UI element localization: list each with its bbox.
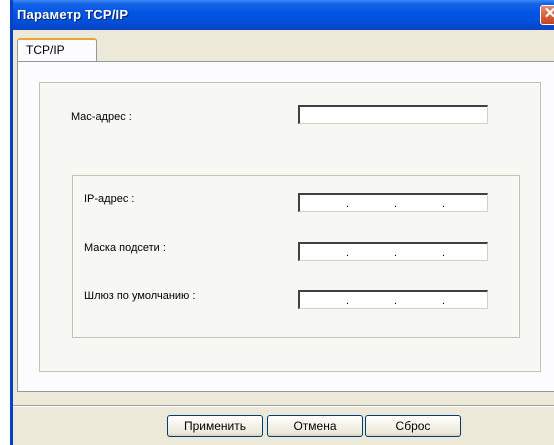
default-gateway-label: Шлюз по умолчанию : (84, 290, 196, 302)
ip-address-label: IP-адрес : (84, 193, 135, 205)
reset-button[interactable]: Сброс (365, 415, 461, 437)
tab-tcpip[interactable]: TCP/IP (17, 38, 97, 62)
window-title: Параметр TCP/IP (17, 7, 129, 22)
close-button[interactable]: ✕ (540, 5, 554, 25)
tcpip-settings-window: Параметр TCP/IP ✕ TCP/IP Mac-адрес : IP-… (10, 0, 554, 445)
close-icon: ✕ (543, 5, 554, 22)
default-gateway-field[interactable]: ... (298, 290, 488, 309)
button-separator (13, 405, 554, 407)
cancel-button[interactable]: Отмена (267, 415, 363, 437)
tab-panel: Mac-адрес : IP-адрес : ... Маска подсети… (17, 61, 554, 392)
subnet-mask-label: Маска подсети : (84, 242, 166, 254)
ip-address-field[interactable]: ... (298, 193, 488, 212)
settings-frame: Mac-адрес : IP-адрес : ... Маска подсети… (39, 82, 541, 372)
mac-address-field[interactable] (298, 105, 488, 124)
apply-button[interactable]: Применить (167, 415, 263, 437)
tab-tcpip-label: TCP/IP (26, 43, 65, 57)
subnet-mask-field[interactable]: ... (298, 242, 488, 261)
mac-address-label: Mac-адрес : (71, 111, 132, 123)
title-bar[interactable]: Параметр TCP/IP ✕ (13, 0, 554, 30)
ip-settings-group: IP-адрес : ... Маска подсети : ... Шлюз … (72, 175, 520, 338)
